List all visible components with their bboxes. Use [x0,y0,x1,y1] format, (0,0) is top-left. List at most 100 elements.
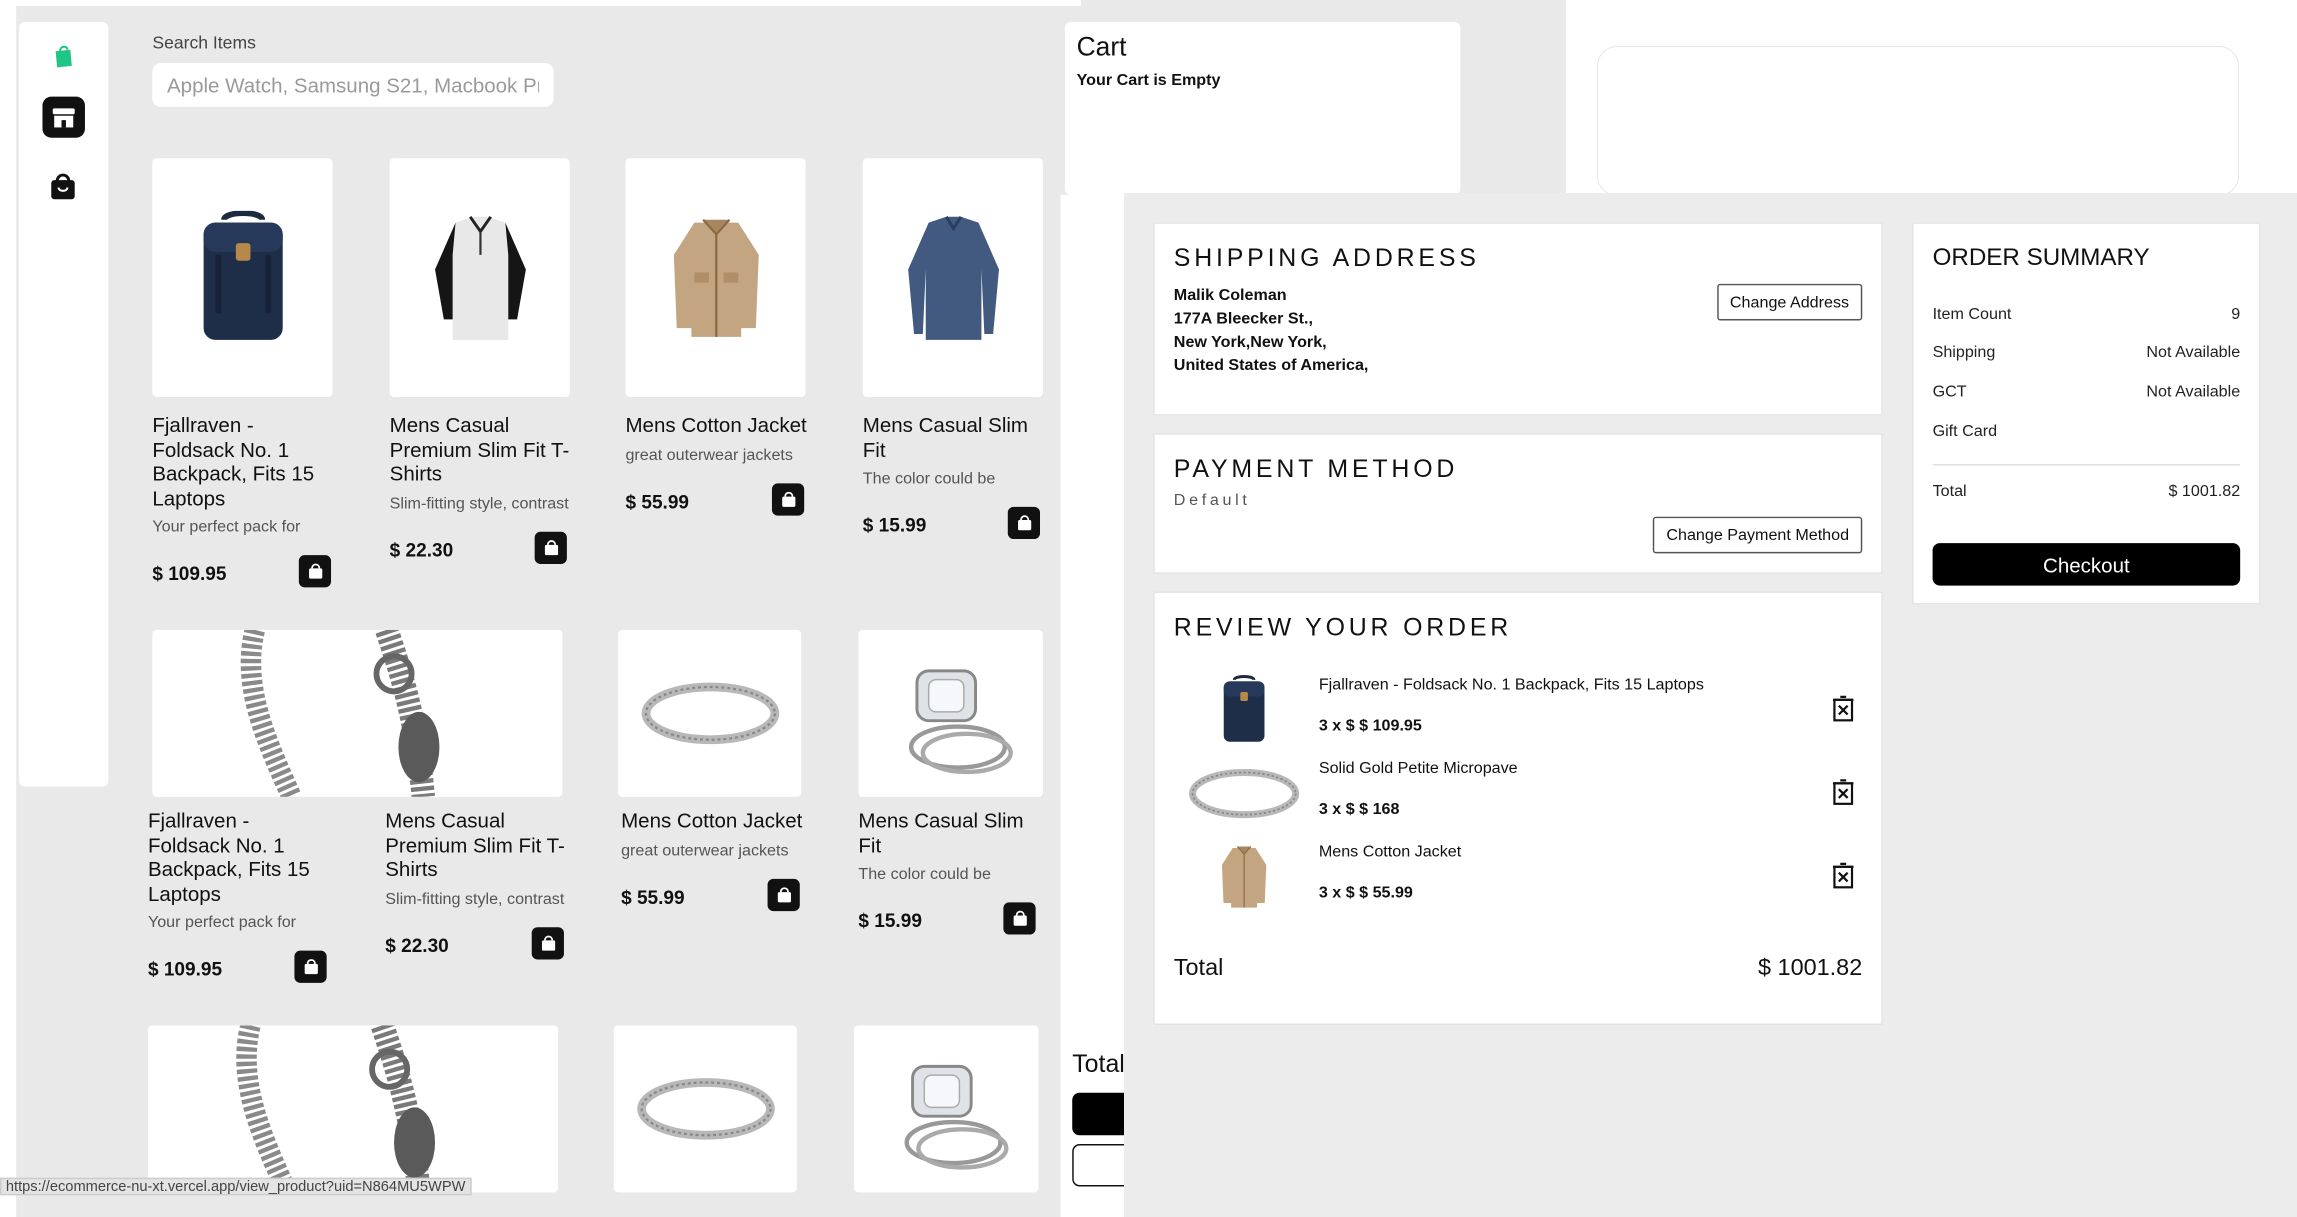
product-price: $ 55.99 [621,886,685,909]
product-image-jacket[interactable] [625,158,806,397]
order-summary-heading: ORDER SUMMARY [1932,244,2150,271]
cart-checkout-button[interactable] [1072,1092,1131,1136]
product-description: Your perfect pack for [152,518,301,537]
search-label: Search Items [152,32,256,53]
store-nav-button[interactable] [42,96,85,138]
order-item-image [1181,755,1307,831]
summary-row-shipping: Shipping Not Available [1932,343,2241,362]
product-description: great outerwear jackets [625,446,793,465]
summary-row-total: Total $ 1001.82 [1932,483,2241,501]
address-street: 177A Bleecker St., [1173,310,1313,328]
address-city: New York,New York, [1173,333,1327,352]
left-edge [0,0,17,1217]
review-heading: REVIEW YOUR ORDER [1173,613,1513,642]
product-title[interactable]: Mens Casual Slim Fit [863,413,1046,461]
address-name: Malik Coleman [1173,286,1287,305]
jacket-image [673,218,759,337]
shipping-heading: SHIPPING ADDRESS [1173,244,1480,273]
product-price: $ 109.95 [147,957,223,980]
product-image-ring[interactable] [618,629,802,797]
product-description: Your perfect pack for [147,914,297,932]
backpack-image [202,210,282,340]
ring-image [636,1078,775,1140]
add-to-cart-button[interactable] [534,531,567,564]
bag-icon [777,887,791,903]
ring-image [1189,768,1300,819]
product-title[interactable]: Mens Casual Premium Slim Fit T- Shirts [385,809,568,882]
remove-item-icon[interactable] [1831,862,1854,889]
product-description: Slim-fitting style, contrast [389,495,569,513]
cart-title: Cart [1076,32,1127,62]
bracelet-image [236,1025,436,1193]
product-image-bracelet[interactable] [147,1025,559,1193]
add-to-cart-button[interactable] [771,483,805,516]
storefront-icon [52,107,75,127]
add-to-cart-button[interactable] [298,555,332,588]
review-total-value: $ 1001.82 [1757,956,1863,982]
jacket-image [1221,846,1267,908]
shopping-bag-logo-icon[interactable] [50,42,76,68]
product-description: The color could be [862,470,996,488]
longsleeve-image [907,215,999,340]
review-total-label: Total [1173,956,1224,982]
product-price: $ 15.99 [862,514,927,537]
cart-panel: Cart Your Cart is Empty [1064,21,1461,195]
backpack-image [1223,674,1265,742]
address-country: United States of America, [1173,357,1369,375]
add-to-cart-button[interactable] [294,950,327,983]
ring-set-image [904,1064,1009,1170]
add-to-cart-button[interactable] [531,927,564,960]
change-address-button[interactable]: Change Address [1716,283,1863,321]
bag-icon [1012,910,1027,926]
product-image-backpack[interactable] [152,158,333,397]
product-image-ring-set[interactable] [853,1025,1039,1193]
ring-image [640,682,779,745]
product-title[interactable]: Fjallraven - Foldsack No. 1 Backpack, Fits… [148,809,331,906]
remove-item-icon[interactable] [1831,695,1854,722]
order-item-qty: 3 x $ $ 109.95 [1318,717,1422,735]
product-title[interactable]: Fjallraven - Foldsack No. 1 Backpack, Fits… [152,413,332,510]
shopping-bag-icon[interactable] [48,170,77,202]
order-item-qty: 3 x $ $ 168 [1318,800,1400,819]
product-image-ring-set[interactable] [858,629,1043,797]
checkout-page: SHIPPING ADDRESS Malik Coleman 177A Blee… [1124,193,2297,1217]
add-to-cart-button[interactable] [767,878,800,912]
order-item-title: Mens Cotton Jacket [1318,843,1462,861]
ring-set-image [908,669,1013,775]
remove-item-icon[interactable] [1831,779,1854,805]
change-payment-method-button[interactable]: Change Payment Method [1653,516,1863,554]
bracelet-image [240,629,440,797]
summary-row-gift-card: Gift Card [1932,422,1998,441]
product-image-ring[interactable] [613,1025,797,1193]
bag-icon [303,959,318,975]
review-panel: REVIEW YOUR ORDER Fjallraven - Foldsack … [1153,591,1883,1026]
product-price: $ 15.99 [858,909,922,932]
summary-row-item-count: Item Count 9 [1932,305,2241,324]
product-title[interactable]: Mens Casual Premium Slim Fit T- Shirts [390,413,573,486]
cart-total-label: Total [1072,1050,1125,1079]
product-description: great outerwear jackets [621,842,789,860]
product-title[interactable]: Mens Cotton Jacket [625,413,815,437]
shipping-panel: SHIPPING ADDRESS Malik Coleman 177A Blee… [1153,222,1883,416]
product-description: The color could be [858,865,991,884]
product-price: $ 22.30 [385,934,449,957]
add-to-cart-button[interactable] [1007,506,1041,540]
product-price: $ 109.95 [152,562,227,585]
product-description: Slim-fitting style, contrast [385,890,565,909]
search-input[interactable] [152,62,554,107]
background-card [1597,46,2239,196]
order-item-title: Fjallraven - Foldsack No. 1 Backpack, Fi… [1318,676,1704,694]
product-image-bracelet[interactable] [152,629,563,797]
product-image-longsleeve[interactable] [862,158,1043,397]
product-image-tshirt[interactable] [389,158,570,397]
checkout-button[interactable]: Checkout [1932,543,2241,586]
cart-secondary-button[interactable] [1072,1144,1131,1187]
add-to-cart-button[interactable] [1003,902,1036,935]
order-item-image [1181,672,1307,748]
product-title[interactable]: Mens Casual Slim Fit [858,809,1041,857]
order-item-qty: 3 x $ $ 55.99 [1318,884,1413,902]
order-item-title: Solid Gold Petite Micropave [1318,759,1518,778]
product-price: $ 55.99 [625,490,690,513]
product-title[interactable]: Mens Cotton Jacket [621,809,811,833]
top-strip [0,0,1082,6]
